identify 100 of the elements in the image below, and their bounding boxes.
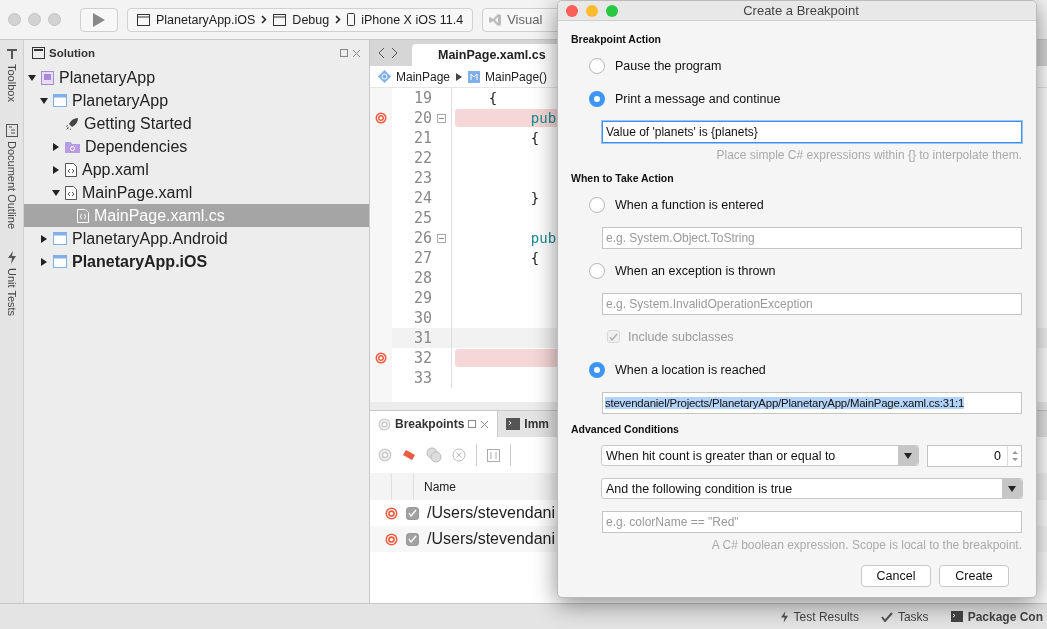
bolt-icon [6,250,17,264]
line-number: 20 [412,109,432,127]
code-text: { [529,129,541,147]
scheme-item: iPhone X iOS 11.4 [361,12,464,27]
tree-item[interactable]: Dependencies [24,135,369,158]
close-icon[interactable] [352,48,361,58]
input-field[interactable]: e.g. System.InvalidOperationException [602,292,1022,315]
radio-button[interactable] [589,361,605,378]
radio-label: When an exception is thrown [615,263,776,278]
collapsed-caret-icon[interactable] [52,165,60,174]
expanded-caret-icon[interactable] [28,73,36,82]
tab-label: Breakpoints [395,417,465,431]
breakpoint-icon [375,352,387,364]
tab-label: Imm [524,417,550,431]
condition-dropdown[interactable]: And the following condition is true [601,478,1023,499]
dialog-button[interactable]: Create [939,565,1009,587]
maximize-icon[interactable] [340,49,348,57]
side-tab[interactable]: Document Outline [5,123,18,229]
breakpoints-icon[interactable] [426,447,442,463]
code-file-icon [65,162,77,177]
zoom-control[interactable] [606,4,618,17]
window-icon [273,13,287,26]
forward-icon[interactable] [391,47,398,59]
radio-button[interactable] [589,90,605,107]
panel-title: Solution [49,47,96,59]
back-icon[interactable] [378,47,385,59]
scheme-selector[interactable]: PlanetaryApp.iOS Debug iPhone X iOS 11.4 [127,7,474,32]
rocket-icon [65,116,79,131]
expanded-caret-icon[interactable] [40,96,48,105]
breakpoint-icon [378,417,391,431]
line-number: 23 [412,169,432,187]
line-number: 32 [412,349,432,367]
status-bar-item[interactable]: Test Results [779,609,859,624]
check-icon [880,611,893,622]
window-minimize-control[interactable] [28,13,41,26]
checkbox[interactable] [406,506,419,520]
status-bar-item[interactable]: Tasks [880,609,929,624]
table-cell: /Users/stevendani [427,504,556,522]
code-text: } [529,189,541,207]
tree-item[interactable]: PlanetaryApp.iOS [24,250,369,273]
location-field[interactable]: stevendaniel/Projects/PlanetaryApp/PlanetaryApp/MainPage.xaml.cs:31:1 [602,391,1022,414]
fold-icon[interactable] [437,113,446,123]
remove-icon[interactable] [452,448,466,462]
collapsed-caret-icon[interactable] [52,142,60,151]
line-number: 19 [412,89,432,107]
console-icon [506,418,521,430]
fold-icon[interactable] [437,233,446,243]
panel-tab[interactable]: Breakpoints [370,411,499,437]
side-tab[interactable]: Toolbox [5,48,18,102]
eraser-icon[interactable] [402,449,416,461]
input-field[interactable]: e.g. System.Object.ToString [602,226,1022,249]
radio-button[interactable] [589,262,605,279]
collapsed-caret-icon[interactable] [40,257,48,266]
project-icon [53,94,67,107]
tree-item[interactable]: App.xaml [24,158,369,181]
breadcrumb-item[interactable]: MainPage [378,69,451,84]
radio-label: When a function is entered [615,197,764,212]
tree-item[interactable]: Getting Started [24,112,369,135]
section-heading: Breakpoint Action [571,32,663,47]
breakpoint-icon [385,506,398,520]
hit-count-dropdown[interactable]: When hit count is greater than or equal to [601,445,919,466]
tree-item[interactable]: PlanetaryApp [24,66,369,89]
maximize-icon[interactable] [468,420,477,428]
breakpoint-icon [385,532,398,546]
play-icon [93,12,105,27]
status-bar-item[interactable]: Package Con [950,609,1043,624]
hint-text: Place simple C# expressions within {} to interpolate them. [715,148,1023,164]
tree-item[interactable]: MainPage.xaml [24,181,369,204]
line-number: 29 [412,289,432,307]
line-number: 28 [412,269,432,287]
phone-icon [347,13,356,26]
window-close-control[interactable] [8,13,21,26]
window-zoom-control[interactable] [48,13,61,26]
hint-text: A C# boolean expression. Scope is local to the breakpoint. [710,538,1023,554]
count-spinner[interactable]: 0 [927,444,1022,467]
expanded-caret-icon[interactable] [52,188,60,197]
checkbox[interactable] [406,532,419,546]
outline-icon [5,123,18,137]
tree-item[interactable]: PlanetaryApp [24,89,369,112]
new-breakpoint-icon[interactable] [378,448,392,462]
code-file-icon [65,185,77,200]
radio-button[interactable] [589,57,605,74]
properties-icon[interactable] [487,448,500,462]
close-icon[interactable] [480,419,490,429]
radio-button[interactable] [589,196,605,213]
side-tab[interactable]: Unit Tests [5,250,18,317]
line-number: 21 [412,129,432,147]
input-field[interactable]: e.g. colorName == "Red" [602,510,1022,533]
collapsed-caret-icon[interactable] [40,234,48,243]
scheme-item: PlanetaryApp.iOS [156,12,256,27]
tree-item[interactable]: PlanetaryApp.Android [24,227,369,250]
breadcrumb-item[interactable]: MainPage() [468,69,548,84]
caret-icon [904,451,912,460]
separator-icon [456,72,463,81]
stepper-icon[interactable] [1011,449,1018,462]
run-button[interactable] [80,7,118,32]
dialog-button[interactable]: Cancel [861,565,931,587]
input-field[interactable]: Value of 'planets' is {planets} [602,120,1022,143]
close-control[interactable] [566,4,578,17]
radio-label: When a location is reached [615,362,766,377]
